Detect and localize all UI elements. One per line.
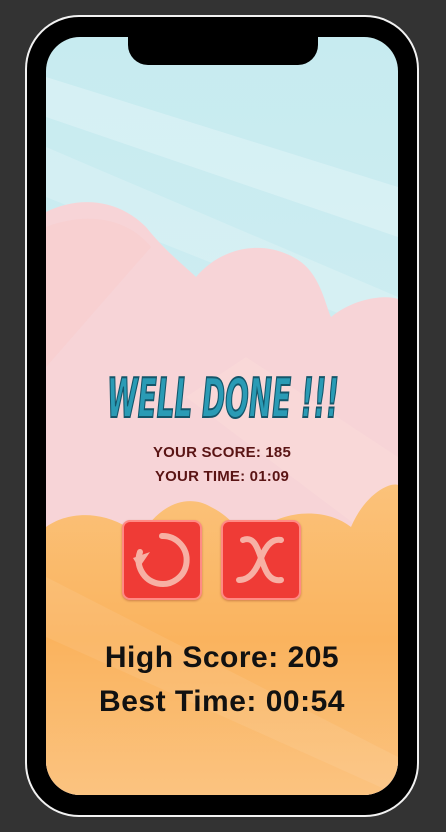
well-done-title: WELL DONE !!!: [106, 366, 340, 431]
game-screen: WELL DONE !!! YOUR SCORE: 185 YOUR TIME:…: [46, 37, 398, 795]
close-button[interactable]: [221, 520, 301, 600]
phone-frame: WELL DONE !!! YOUR SCORE: 185 YOUR TIME:…: [27, 17, 417, 815]
restart-button[interactable]: [122, 520, 202, 600]
your-score-text: YOUR SCORE: 185: [152, 444, 292, 461]
title-text: WELL DONE !!!: [107, 367, 339, 430]
close-x-icon: [236, 536, 284, 584]
phone-notch: [128, 37, 318, 65]
your-time-text: YOUR TIME: 01:09: [154, 468, 290, 485]
high-score-text: High Score: 205: [104, 641, 340, 674]
best-time-text: Best Time: 00:54: [99, 685, 345, 718]
restart-icon: [133, 532, 190, 587]
